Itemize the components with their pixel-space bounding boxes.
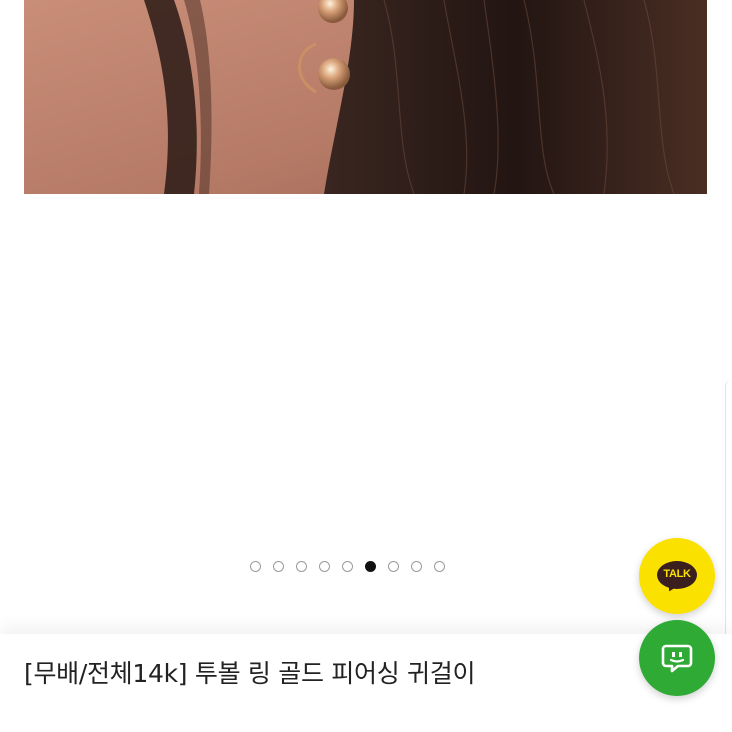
earring-photo [24, 0, 707, 194]
pager-dot-3[interactable] [296, 560, 307, 572]
product-title: [무배/전체14k] 투볼 링 골드 피어싱 귀걸이 [24, 659, 476, 688]
pager-dot-4[interactable] [319, 560, 330, 572]
chat-bubble-icon [661, 643, 693, 673]
pager-dot-8[interactable] [411, 560, 422, 572]
image-pager [250, 558, 445, 574]
chat-button[interactable] [639, 620, 715, 696]
kakaotalk-icon: TALK [657, 561, 697, 594]
product-image[interactable] [24, 0, 707, 194]
scroll-edge [725, 380, 732, 670]
pager-dot-7[interactable] [388, 560, 399, 572]
pager-dot-5[interactable] [342, 560, 353, 572]
talk-label: TALK [663, 568, 691, 580]
kakaotalk-button[interactable]: TALK [639, 538, 715, 614]
pager-dot-1[interactable] [250, 560, 261, 572]
pager-dot-6[interactable] [365, 560, 376, 572]
pager-dot-2[interactable] [273, 560, 284, 572]
pager-dot-9[interactable] [434, 560, 445, 572]
